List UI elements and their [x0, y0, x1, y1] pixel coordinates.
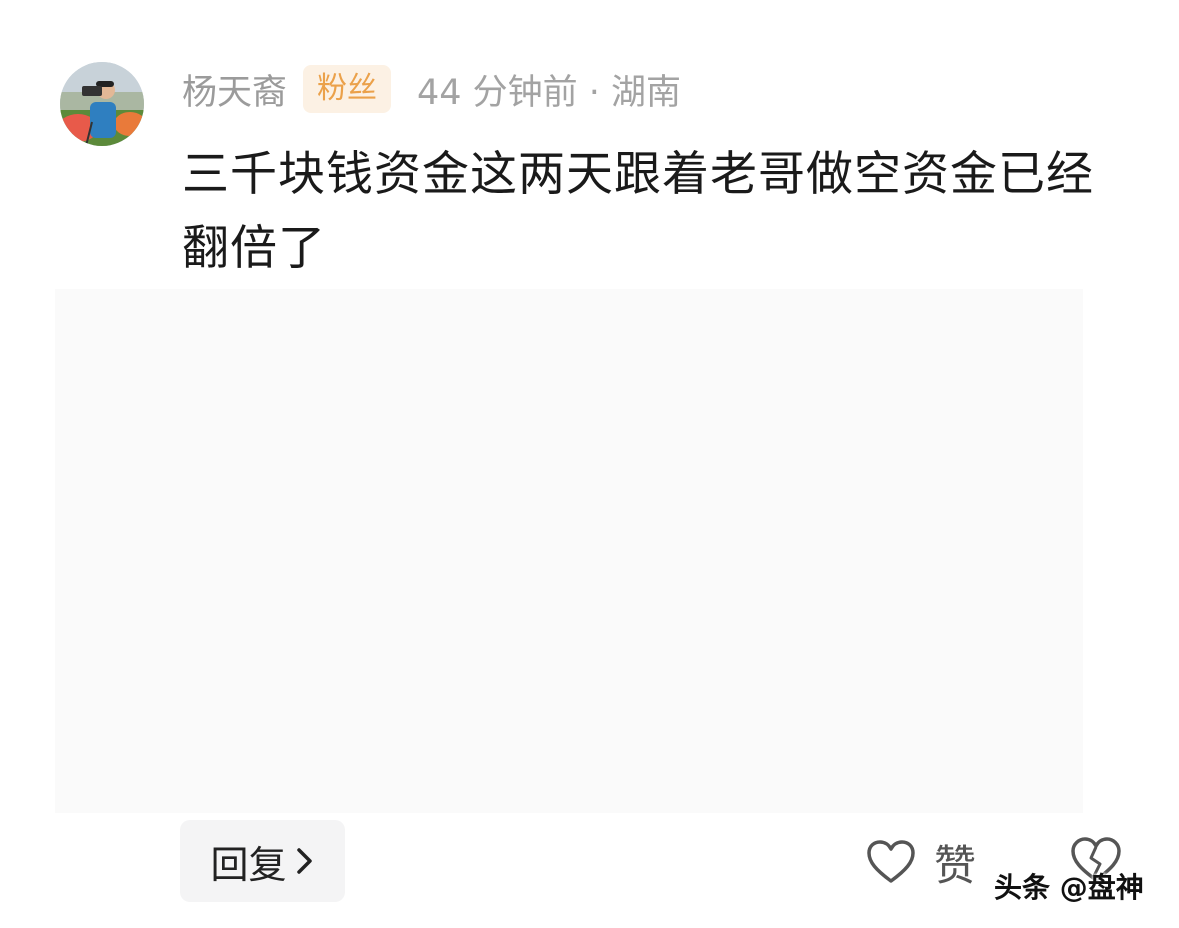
like-label: 赞 [934, 840, 977, 890]
comment-image[interactable] [55, 289, 1083, 813]
chevron-right-icon [296, 848, 312, 874]
like-button[interactable]: 赞 [866, 832, 976, 892]
comment-text: 三千块钱资金这两天跟着老哥做空资金已经翻倍了 [182, 147, 1094, 276]
username[interactable]: 杨天裔 [182, 64, 287, 115]
heart-icon [867, 840, 915, 883]
reply-label: 回复 [210, 842, 287, 887]
reply-button[interactable]: 回复 [180, 820, 345, 902]
fan-badge: 粉丝 [303, 65, 392, 113]
watermark: 头条 @盘神 [994, 871, 1144, 904]
avatar-photo-icon [60, 62, 144, 146]
comment-meta: 杨天裔 粉丝 44 分钟前 · 湖南 [182, 62, 681, 116]
user-avatar[interactable] [60, 62, 144, 146]
time-location: 44 分钟前 · 湖南 [417, 72, 682, 113]
